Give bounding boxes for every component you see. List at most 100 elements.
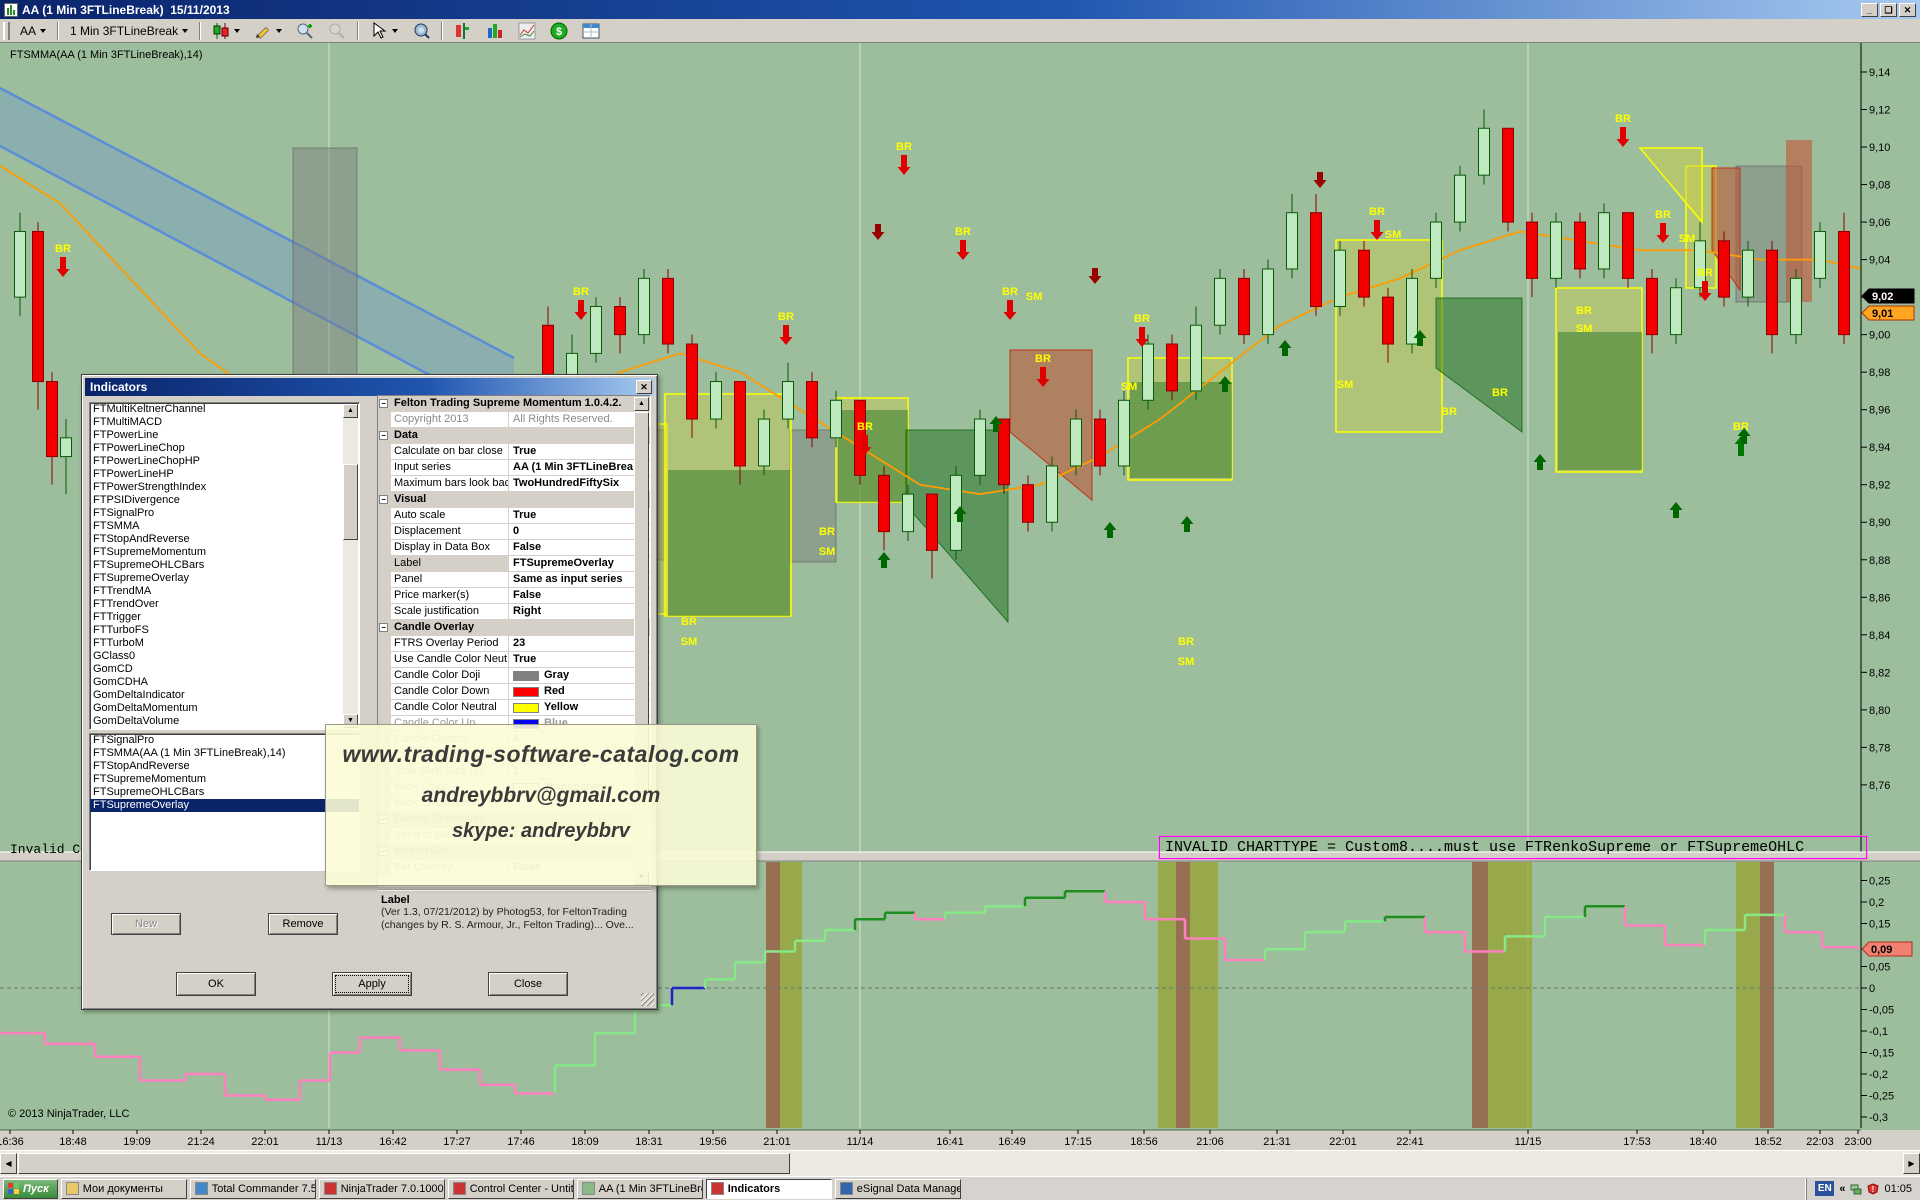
- scrollbar-thumb[interactable]: [18, 1153, 790, 1174]
- property-row[interactable]: Price marker(s)False: [378, 588, 650, 604]
- property-row[interactable]: Scale justificationRight: [378, 604, 650, 620]
- collapse-icon[interactable]: −: [379, 431, 388, 440]
- selected-indicator-item[interactable]: FTSignalPro: [90, 734, 359, 747]
- language-indicator[interactable]: EN: [1815, 1181, 1834, 1196]
- selected-indicator-item[interactable]: FTSupremeOHLCBars: [90, 786, 359, 799]
- indicator-list-item[interactable]: FTTurboM: [90, 637, 359, 650]
- indicator-list-item[interactable]: FTTrigger: [90, 611, 359, 624]
- selected-indicator-item[interactable]: FTSMMA(AA (1 Min 3FTLineBreak),14): [90, 747, 359, 760]
- indicator-list-item[interactable]: FTStopAndReverse: [90, 533, 359, 546]
- property-row[interactable]: Display in Data BoxFalse: [378, 540, 650, 556]
- chart-style-button[interactable]: [206, 21, 246, 41]
- indicator-list-item[interactable]: FTSupremeOverlay: [90, 572, 359, 585]
- zoom-in-button[interactable]: [290, 21, 320, 41]
- indicator-list-item[interactable]: FTSMMA: [90, 520, 359, 533]
- property-value[interactable]: True: [509, 508, 650, 523]
- collapse-icon[interactable]: −: [379, 495, 388, 504]
- taskbar-item[interactable]: Indicators: [706, 1179, 832, 1199]
- dialog-close-icon[interactable]: ✕: [636, 380, 652, 394]
- indicator-list-item[interactable]: FTTrendMA: [90, 585, 359, 598]
- property-row[interactable]: Displacement0: [378, 524, 650, 540]
- taskbar-item[interactable]: NinjaTrader 7.0.1000.14...: [319, 1179, 445, 1199]
- indicator-list-item[interactable]: GomDeltaVolume: [90, 715, 359, 728]
- drawing-tools-button[interactable]: [248, 21, 288, 41]
- indicator-list-item[interactable]: FTPowerStrengthIndex: [90, 481, 359, 494]
- selected-indicator-item[interactable]: FTSupremeOverlay: [90, 799, 359, 812]
- property-value[interactable]: FTSupremeOverlay: [509, 556, 650, 571]
- start-button[interactable]: Пуск: [3, 1179, 58, 1199]
- property-row[interactable]: PanelSame as input series: [378, 572, 650, 588]
- taskbar-item[interactable]: Control Center - Untitled1: [448, 1179, 574, 1199]
- property-value[interactable]: Yellow: [509, 700, 650, 715]
- available-indicators-list[interactable]: FTMultiKeltnerChannelFTMultiMACDFTPowerL…: [89, 402, 360, 730]
- property-value[interactable]: 0: [509, 524, 650, 539]
- cursor-tool-button[interactable]: [364, 21, 404, 41]
- taskbar-item[interactable]: Мои документы: [61, 1179, 187, 1199]
- new-button[interactable]: New: [111, 913, 181, 935]
- resize-grip-icon[interactable]: [641, 993, 654, 1006]
- indicator-list-item[interactable]: FTPowerLineHP: [90, 468, 359, 481]
- collapse-icon[interactable]: −: [379, 399, 388, 408]
- maximize-button[interactable]: ❏: [1880, 3, 1897, 17]
- horizontal-scrollbar[interactable]: ◀ ▶: [0, 1150, 1920, 1176]
- indicator-list-item[interactable]: FTPowerLine: [90, 429, 359, 442]
- property-category[interactable]: −Candle Overlay: [378, 620, 650, 636]
- indicator-list-item[interactable]: FTSupremeOHLCBars: [90, 559, 359, 572]
- collapse-icon[interactable]: −: [379, 623, 388, 632]
- indicator-list-item[interactable]: FTSignalPro: [90, 507, 359, 520]
- property-value[interactable]: Red: [509, 684, 650, 699]
- property-row[interactable]: Use Candle Color NeutTrue: [378, 652, 650, 668]
- indicator-list-item[interactable]: FTMultiKeltnerChannel: [90, 403, 359, 416]
- taskbar-item[interactable]: AA (1 Min 3FTLineBreak) ...: [577, 1179, 703, 1199]
- minimize-button[interactable]: _: [1861, 3, 1878, 17]
- property-category[interactable]: −Data: [378, 428, 650, 444]
- indicator-list-item[interactable]: FTPowerLineChopHP: [90, 455, 359, 468]
- property-category[interactable]: −Visual: [378, 492, 650, 508]
- instrument-dropdown[interactable]: AA: [14, 21, 52, 41]
- list-scrollbar[interactable]: ▲▼: [343, 404, 358, 728]
- property-value[interactable]: 23: [509, 636, 650, 651]
- property-value[interactable]: Same as input series: [509, 572, 650, 587]
- selected-indicators-list[interactable]: FTSignalProFTSMMA(AA (1 Min 3FTLineBreak…: [89, 733, 360, 871]
- tray-chevron-icon[interactable]: «: [1839, 1183, 1845, 1195]
- indicator-list-item[interactable]: FTTurboFS: [90, 624, 359, 637]
- property-value[interactable]: True: [509, 652, 650, 667]
- apply-button[interactable]: Apply: [332, 972, 412, 996]
- close-button[interactable]: ✕: [1899, 3, 1916, 17]
- property-row[interactable]: Maximum bars look baclTwoHundredFiftySix: [378, 476, 650, 492]
- security-shield-icon[interactable]: !: [1867, 1183, 1879, 1195]
- taskbar-item[interactable]: Total Commander 7.50 p...: [190, 1179, 316, 1199]
- indicator-list-item[interactable]: FTPSIDivergence: [90, 494, 359, 507]
- line-chart-button[interactable]: [512, 21, 542, 41]
- property-row[interactable]: Auto scaleTrue: [378, 508, 650, 524]
- property-value[interactable]: Gray: [509, 668, 650, 683]
- indicator-list-item[interactable]: GomCD: [90, 663, 359, 676]
- indicator-list-item[interactable]: FTPowerLineChop: [90, 442, 359, 455]
- selected-indicator-item[interactable]: FTSupremeMomentum: [90, 773, 359, 786]
- property-row[interactable]: Calculate on bar closeTrue: [378, 444, 650, 460]
- chart-trader-button[interactable]: [448, 21, 478, 41]
- data-box-button[interactable]: [406, 21, 436, 41]
- property-row[interactable]: LabelFTSupremeOverlay: [378, 556, 650, 572]
- indicator-list-item[interactable]: GClass0: [90, 650, 359, 663]
- property-value[interactable]: Right: [509, 604, 650, 619]
- property-row[interactable]: Candle Color DownRed: [378, 684, 650, 700]
- indicator-list-item[interactable]: FTMultiMACD: [90, 416, 359, 429]
- property-value[interactable]: All Rights Reserved.: [509, 412, 650, 427]
- indicator-list-item[interactable]: GomDeltaIndicator: [90, 689, 359, 702]
- scroll-right-icon[interactable]: ▶: [1903, 1153, 1920, 1174]
- remove-button[interactable]: Remove: [268, 913, 338, 935]
- property-value[interactable]: True: [509, 444, 650, 459]
- indicator-list-item[interactable]: GomDeltaMomentum: [90, 702, 359, 715]
- property-row[interactable]: Candle Color NeutralYellow: [378, 700, 650, 716]
- property-row[interactable]: Input seriesAA (1 Min 3FTLineBrea: [378, 460, 650, 476]
- interval-dropdown[interactable]: 1 Min 3FTLineBreak: [64, 21, 194, 41]
- time-axis[interactable]: 16:3618:4819:0921:2422:0111/1316:4217:27…: [0, 1130, 1872, 1148]
- property-value[interactable]: TwoHundredFiftySix: [509, 476, 650, 491]
- scroll-up-icon[interactable]: ▲: [634, 397, 649, 411]
- clock[interactable]: 01:05: [1884, 1183, 1912, 1195]
- close-dialog-button[interactable]: Close: [488, 972, 568, 996]
- selected-indicator-item[interactable]: FTStopAndReverse: [90, 760, 359, 773]
- scroll-up-icon[interactable]: ▲: [343, 404, 358, 418]
- ok-button[interactable]: OK: [176, 972, 256, 996]
